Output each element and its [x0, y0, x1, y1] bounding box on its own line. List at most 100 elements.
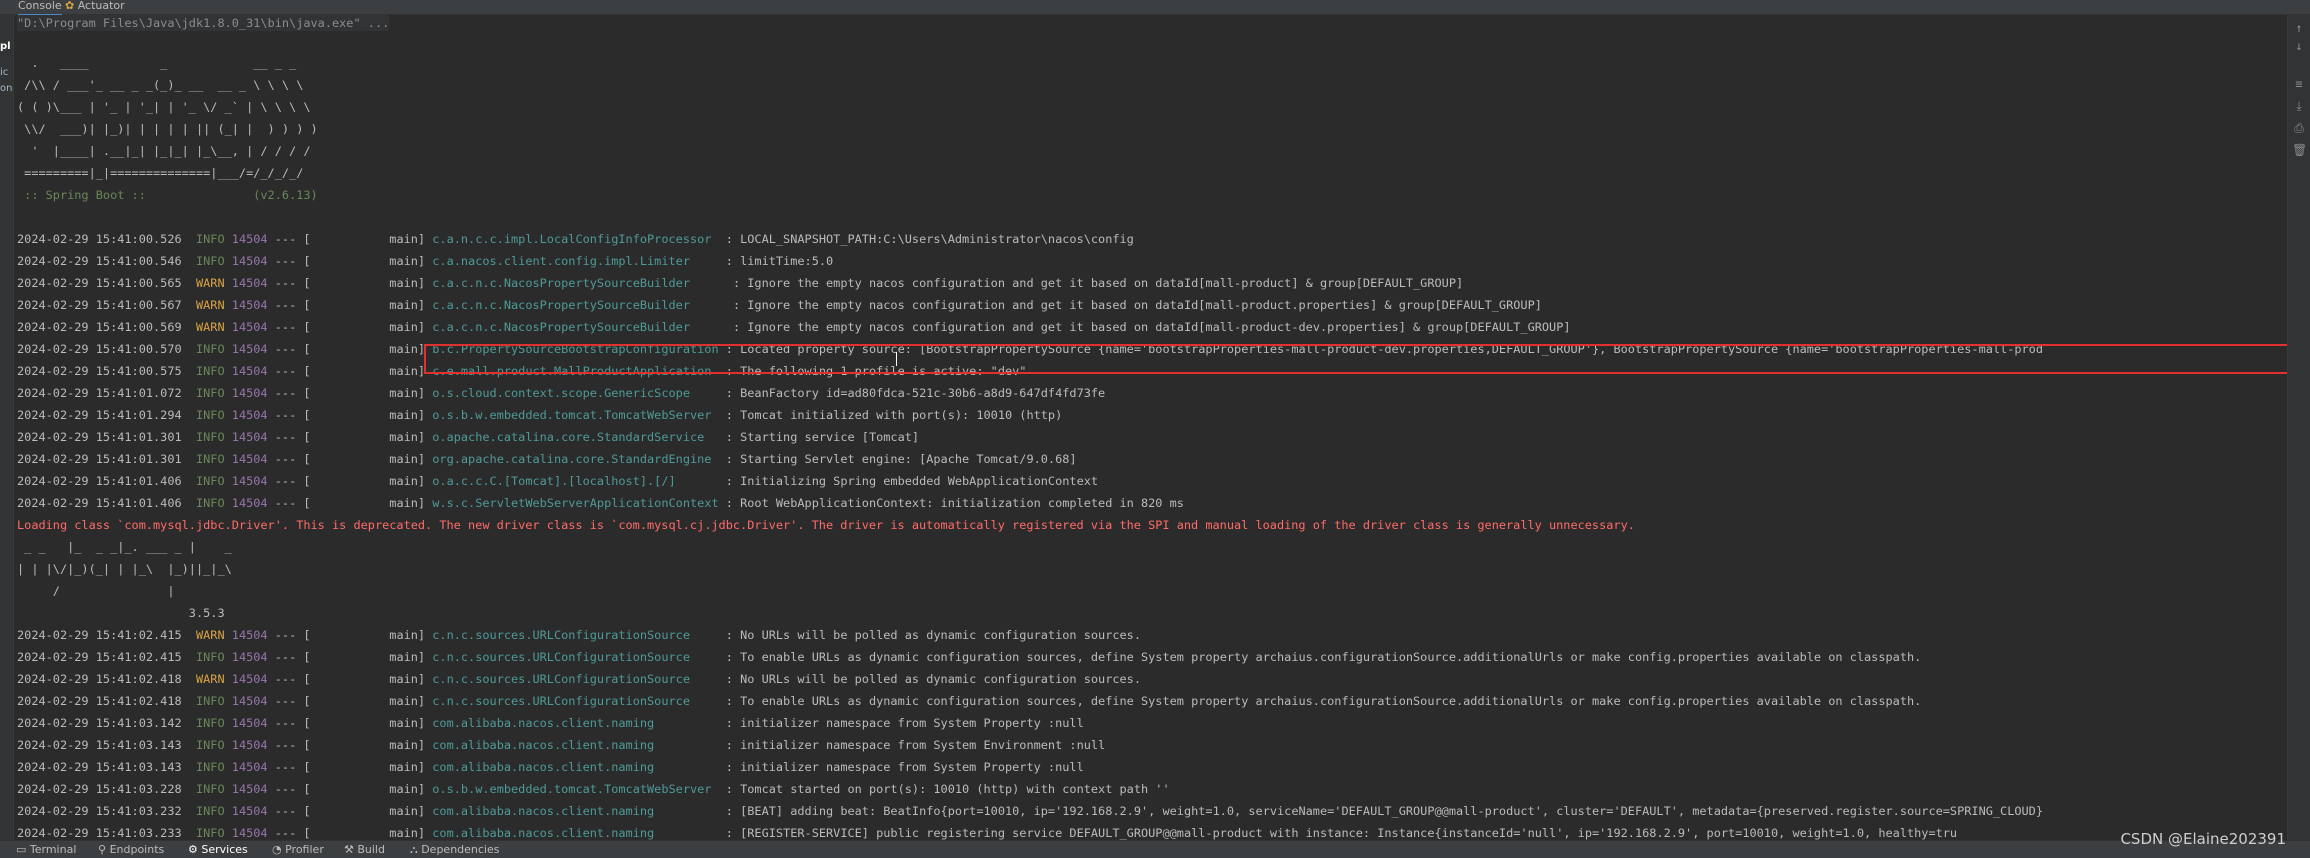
text-cursor [896, 352, 897, 366]
log-pid: 14504 [231, 782, 268, 796]
log-line: 2024-02-29 15:41:00.526 INFO 14504 --- [… [17, 231, 1134, 247]
log-timestamp: 2024-02-29 15:41:03.143 [17, 738, 182, 752]
log-level: INFO [195, 738, 225, 752]
log-message: : To enable URLs as dynamic configuratio… [718, 650, 1922, 664]
log-line: 2024-02-29 15:41:03.142 INFO 14504 --- [… [17, 715, 1084, 731]
log-line: 2024-02-29 15:41:01.406 INFO 14504 --- [… [17, 495, 1184, 511]
log-level: INFO [195, 386, 225, 400]
log-level: INFO [195, 694, 225, 708]
log-timestamp: 2024-02-29 15:41:03.233 [17, 826, 182, 840]
highlight-box [424, 344, 2295, 374]
build-tab[interactable]: ⚒ Build [344, 843, 385, 856]
log-level: INFO [195, 408, 225, 422]
log-thread: --- [ main] [267, 364, 426, 378]
driver-deprecation-warning: Loading class `com.mysql.jdbc.Driver'. T… [17, 518, 1635, 532]
console-output[interactable]: "D:\Program Files\Java\jdk1.8.0_31\bin\j… [14, 15, 2288, 840]
dependencies-tab[interactable]: ⛬ Dependencies [410, 843, 500, 857]
gutter-label-1: pl [0, 41, 11, 52]
log-thread: --- [ main] [267, 694, 426, 708]
log-timestamp: 2024-02-29 15:41:00.569 [17, 320, 182, 334]
log-pid: 14504 [231, 430, 268, 444]
log-thread: --- [ main] [267, 738, 426, 752]
log-logger: com.alibaba.nacos.client.naming [432, 716, 719, 730]
log-level: INFO [195, 782, 225, 796]
trash-icon[interactable]: 🗑 [2292, 143, 2307, 157]
profiler-tab[interactable]: ◔ Profiler [272, 843, 324, 856]
mybatis-banner-line: / | [17, 584, 175, 598]
log-pid: 14504 [231, 760, 268, 774]
log-thread: --- [ main] [267, 430, 426, 444]
log-thread: --- [ main] [267, 342, 426, 356]
log-thread: --- [ main] [267, 474, 426, 488]
log-logger: com.alibaba.nacos.client.naming [432, 804, 719, 818]
endpoints-tab[interactable]: ⚲ Endpoints [98, 843, 164, 856]
log-line: 2024-02-29 15:41:01.294 INFO 14504 --- [… [17, 407, 1062, 423]
right-toolbar: ↑ ↓ ≡ ⤓ ⎙ 🗑 [2287, 15, 2310, 840]
log-timestamp: 2024-02-29 15:41:01.301 [17, 430, 182, 444]
log-line: 2024-02-29 15:41:00.567 WARN 14504 --- [… [17, 297, 1542, 313]
log-level: INFO [195, 804, 225, 818]
log-level: INFO [195, 232, 225, 246]
log-message: : initializer namespace from System Prop… [718, 716, 1084, 730]
log-logger: c.a.c.n.c.NacosPropertySourceBuilder [432, 276, 726, 290]
log-logger: org.apache.catalina.core.StandardEngine [432, 452, 719, 466]
log-line: 2024-02-29 15:41:03.143 INFO 14504 --- [… [17, 737, 1105, 753]
tab-actuator[interactable]: ✿ Actuator [65, 0, 125, 14]
log-message: : Ignore the empty nacos configuration a… [725, 320, 1571, 334]
log-logger: c.a.nacos.client.config.impl.Limiter [432, 254, 719, 268]
log-pid: 14504 [231, 716, 268, 730]
arrow-up-icon[interactable]: ↑ [2292, 21, 2306, 35]
terminal-tab-label: Terminal [29, 843, 77, 856]
spring-banner-line: ' |____| .__|_| |_|_| |_\__, | / / / / [17, 144, 311, 158]
log-thread: --- [ main] [267, 650, 426, 664]
log-pid: 14504 [231, 364, 268, 378]
log-level: INFO [195, 826, 225, 840]
arrow-down-icon[interactable]: ↓ [2292, 39, 2306, 53]
log-timestamp: 2024-02-29 15:41:00.565 [17, 276, 182, 290]
log-message: : Starting Servlet engine: [Apache Tomca… [718, 452, 1077, 466]
log-line: 2024-02-29 15:41:03.143 INFO 14504 --- [… [17, 759, 1084, 775]
log-timestamp: 2024-02-29 15:41:03.142 [17, 716, 182, 730]
tab-console[interactable]: Console [18, 0, 62, 16]
log-timestamp: 2024-02-29 15:41:01.072 [17, 386, 182, 400]
log-thread: --- [ main] [267, 826, 426, 840]
log-logger: o.a.c.c.C.[Tomcat].[localhost].[/] [432, 474, 719, 488]
log-timestamp: 2024-02-29 15:41:02.418 [17, 694, 182, 708]
log-pid: 14504 [231, 804, 268, 818]
log-pid: 14504 [231, 738, 268, 752]
log-thread: --- [ main] [267, 760, 426, 774]
log-message: : No URLs will be polled as dynamic conf… [718, 672, 1141, 686]
log-message: : LOCAL_SNAPSHOT_PATH:C:\Users\Administr… [718, 232, 1134, 246]
log-pid: 14504 [231, 672, 268, 686]
scroll-to-end-icon[interactable]: ⤓ [2292, 99, 2306, 113]
log-logger: c.n.c.sources.URLConfigurationSource [432, 650, 719, 664]
log-timestamp: 2024-02-29 15:41:03.228 [17, 782, 182, 796]
log-pid: 14504 [231, 254, 268, 268]
log-logger: com.alibaba.nacos.client.naming [432, 826, 719, 840]
log-pid: 14504 [231, 342, 268, 356]
log-pid: 14504 [231, 694, 268, 708]
mybatis-banner-line: | | |\/|_)(_| | |_\ |_)||_|_\ [17, 562, 232, 576]
log-level: INFO [195, 364, 225, 378]
log-timestamp: 2024-02-29 15:41:00.575 [17, 364, 182, 378]
log-thread: --- [ main] [267, 320, 426, 334]
log-line: 2024-02-29 15:41:03.233 INFO 14504 --- [… [17, 825, 1957, 840]
log-timestamp: 2024-02-29 15:41:01.294 [17, 408, 182, 422]
log-message: : Ignore the empty nacos configuration a… [725, 298, 1542, 312]
soft-wrap-icon[interactable]: ≡ [2292, 77, 2306, 91]
log-line: 2024-02-29 15:41:00.565 WARN 14504 --- [… [17, 275, 1463, 291]
build-tab-label: Build [357, 843, 385, 856]
log-level: INFO [195, 254, 225, 268]
log-thread: --- [ main] [267, 716, 426, 730]
services-tab[interactable]: ⚙ Services [188, 843, 248, 856]
log-line: 2024-02-29 15:41:01.301 INFO 14504 --- [… [17, 451, 1077, 467]
log-logger: c.n.c.sources.URLConfigurationSource [432, 672, 719, 686]
terminal-tab[interactable]: ▭ Terminal [16, 843, 76, 856]
log-message: : initializer namespace from System Prop… [718, 760, 1084, 774]
log-line: 2024-02-29 15:41:00.546 INFO 14504 --- [… [17, 253, 833, 269]
log-pid: 14504 [231, 298, 268, 312]
log-line: 2024-02-29 15:41:01.072 INFO 14504 --- [… [17, 385, 1105, 401]
print-icon[interactable]: ⎙ [2292, 121, 2306, 135]
log-pid: 14504 [231, 496, 268, 510]
log-timestamp: 2024-02-29 15:41:02.415 [17, 628, 182, 642]
